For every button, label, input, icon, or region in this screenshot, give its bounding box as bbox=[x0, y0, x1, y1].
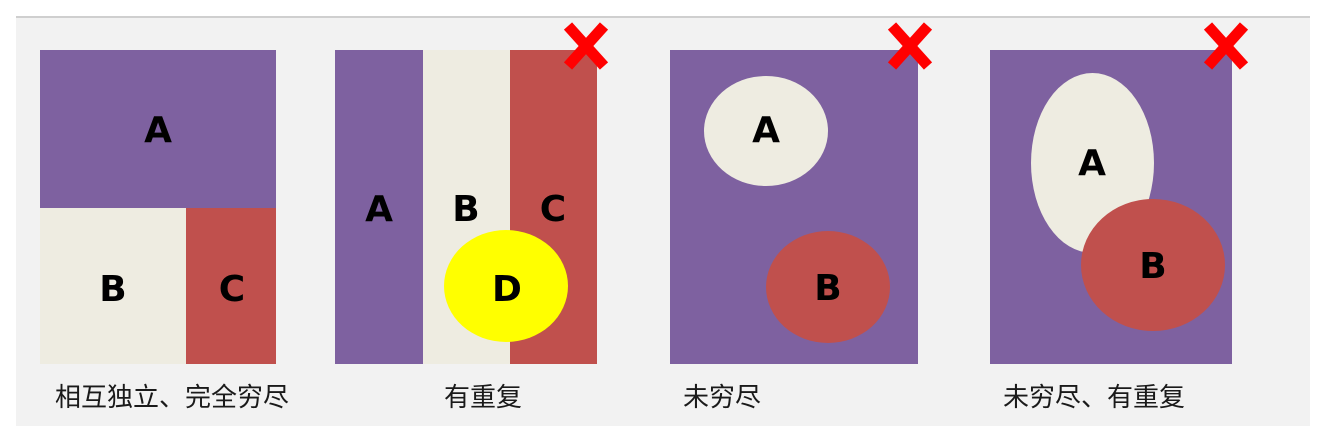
panel-2-label-a: A bbox=[365, 189, 393, 230]
panel-2-label-d: D bbox=[492, 269, 522, 310]
panel-1-label-b: B bbox=[99, 269, 127, 310]
panel-1-caption: 相互独立、完全穷尽 bbox=[55, 383, 290, 413]
panel-3-caption: 未穷尽 bbox=[683, 383, 762, 413]
panel-1-label-a: A bbox=[144, 110, 172, 151]
panel-3-label-a: A bbox=[752, 110, 780, 151]
panel-3-label-b: B bbox=[814, 268, 842, 309]
x-mark-icon bbox=[560, 20, 612, 72]
panel-2-label-c: C bbox=[539, 189, 567, 230]
x-mark-icon bbox=[884, 20, 936, 72]
panel-4-caption: 未穷尽、有重复 bbox=[1003, 383, 1186, 413]
panel-2-caption: 有重复 bbox=[444, 383, 523, 413]
panel-4-label-b: B bbox=[1139, 246, 1167, 287]
panel-2-label-b: B bbox=[452, 189, 480, 230]
panel-4-label-a: A bbox=[1078, 143, 1106, 184]
diagram-stage: A B C 相互独立、完全穷尽 A B C D 有重复 A B 未穷尽 A B … bbox=[0, 0, 1325, 440]
panel-1-label-c: C bbox=[218, 269, 246, 310]
x-mark-icon bbox=[1200, 20, 1252, 72]
